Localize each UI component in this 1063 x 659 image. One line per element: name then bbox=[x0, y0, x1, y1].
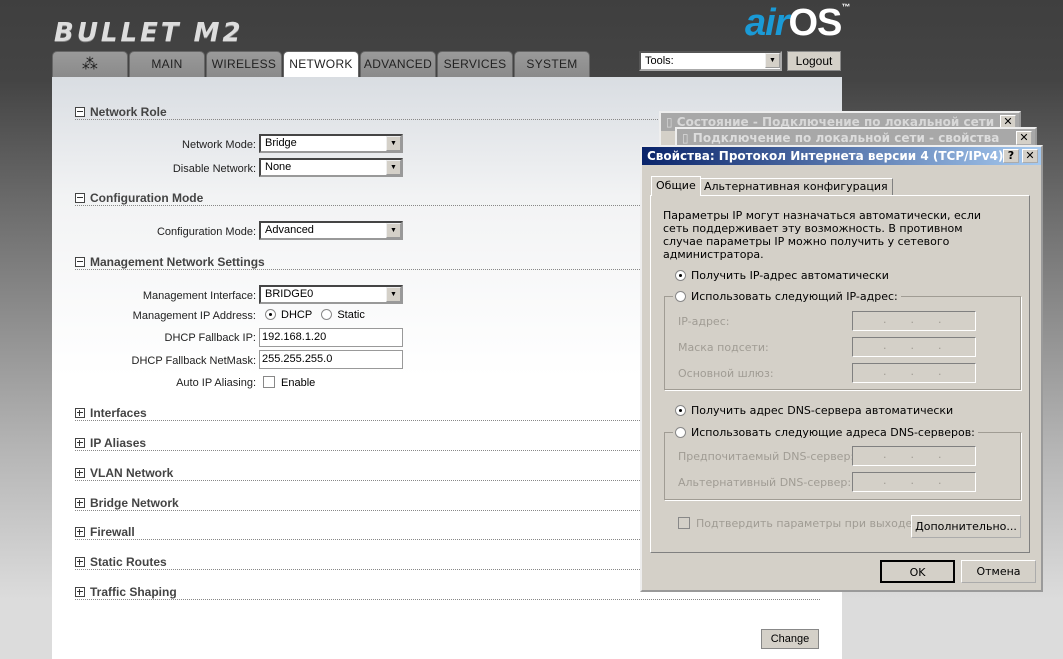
validate-checkbox[interactable] bbox=[678, 517, 690, 529]
tab-alternative[interactable]: Альтернативная конфигурация bbox=[699, 178, 893, 195]
disable-network-select[interactable]: None ▼ bbox=[259, 158, 403, 177]
dialog-description: Параметры IP могут назначаться автоматич… bbox=[663, 209, 982, 261]
dns-manual-option[interactable]: Использовать следующие адреса DNS-сервер… bbox=[673, 426, 978, 439]
fallback-mask-label: DHCP Fallback NetMask: bbox=[131, 355, 257, 367]
ip-address-input[interactable]: ... bbox=[852, 311, 976, 331]
subnet-mask-label: Маска подсети: bbox=[678, 341, 769, 354]
chevron-down-icon: ▼ bbox=[765, 53, 780, 68]
tab-general[interactable]: Общие bbox=[651, 176, 701, 196]
collapse-icon[interactable] bbox=[75, 257, 85, 267]
tab-network[interactable]: NETWORK bbox=[283, 51, 359, 78]
ip-manual-radio[interactable] bbox=[675, 291, 686, 302]
logout-button[interactable]: Logout bbox=[787, 51, 841, 71]
change-button[interactable]: Change bbox=[761, 629, 819, 649]
tab-system[interactable]: SYSTEM bbox=[514, 51, 590, 77]
close-button[interactable]: ✕ bbox=[1022, 149, 1038, 163]
expand-icon[interactable] bbox=[75, 527, 85, 537]
ok-button[interactable]: OK bbox=[880, 560, 955, 583]
management-interface-select[interactable]: BRIDGE0 ▼ bbox=[259, 285, 403, 304]
chevron-down-icon: ▼ bbox=[386, 223, 401, 238]
management-ip-label: Management IP Address: bbox=[132, 310, 256, 322]
alternate-dns-label: Альтернативный DNS-сервер: bbox=[678, 476, 852, 489]
chevron-down-icon: ▼ bbox=[386, 287, 401, 302]
close-icon[interactable]: ✕ bbox=[1016, 131, 1032, 145]
dns-auto-option[interactable]: Получить адрес DNS-сервера автоматически bbox=[675, 404, 953, 417]
expand-icon[interactable] bbox=[75, 468, 85, 478]
expand-icon[interactable] bbox=[75, 408, 85, 418]
collapse-icon[interactable] bbox=[75, 193, 85, 203]
ip-auto-option[interactable]: Получить IP-адрес автоматически bbox=[675, 269, 889, 282]
dhcp-radio[interactable] bbox=[265, 309, 276, 320]
tab-main[interactable]: MAIN bbox=[129, 51, 205, 77]
subnet-mask-input[interactable]: ... bbox=[852, 337, 976, 357]
gateway-input[interactable]: ... bbox=[852, 363, 976, 383]
ip-manual-option[interactable]: Использовать следующий IP-адрес: bbox=[673, 290, 901, 303]
bullet-m2-logo: BULLET M2 bbox=[54, 18, 244, 48]
tools-select-value: Tools: bbox=[645, 55, 674, 67]
management-ip-options: DHCP Static bbox=[265, 309, 365, 321]
airos-logo: airOS™ bbox=[745, 2, 850, 44]
chevron-down-icon: ▼ bbox=[386, 160, 401, 175]
preferred-dns-label: Предпочитаемый DNS-сервер: bbox=[678, 450, 855, 463]
tab-home[interactable]: ⁂ bbox=[52, 51, 128, 77]
ubiquiti-logo-icon: ⁂ bbox=[81, 56, 99, 73]
network-mode-label: Network Mode: bbox=[182, 139, 256, 151]
expand-icon[interactable] bbox=[75, 587, 85, 597]
tab-wireless[interactable]: WIRELESS bbox=[206, 51, 282, 77]
auto-ip-aliasing: Enable bbox=[263, 376, 315, 389]
tab-advanced[interactable]: ADVANCED bbox=[360, 51, 436, 77]
expand-icon[interactable] bbox=[75, 498, 85, 508]
validate-option[interactable]: Подтвердить параметры при выходе bbox=[678, 517, 912, 530]
fallback-ip-label: DHCP Fallback IP: bbox=[164, 332, 257, 344]
static-radio[interactable] bbox=[321, 309, 333, 320]
tab-services[interactable]: SERVICES bbox=[437, 51, 513, 77]
gateway-label: Основной шлюз: bbox=[678, 367, 774, 380]
collapse-icon[interactable] bbox=[75, 107, 85, 117]
fallback-ip-input[interactable]: 192.168.1.20 bbox=[259, 328, 403, 347]
cancel-button[interactable]: Отмена bbox=[961, 560, 1036, 583]
network-mode-select[interactable]: Bridge ▼ bbox=[259, 134, 403, 153]
enable-label: Enable bbox=[281, 377, 316, 389]
advanced-button[interactable]: Дополнительно... bbox=[911, 515, 1021, 538]
auto-ip-aliasing-label: Auto IP Aliasing: bbox=[176, 377, 256, 389]
help-button[interactable]: ? bbox=[1003, 149, 1019, 163]
chevron-down-icon: ▼ bbox=[386, 136, 401, 151]
expand-icon[interactable] bbox=[75, 438, 85, 448]
alternate-dns-input[interactable]: ... bbox=[852, 472, 976, 492]
ip-address-label: IP-адрес: bbox=[678, 315, 730, 328]
configuration-mode-select[interactable]: Advanced ▼ bbox=[259, 221, 403, 240]
expand-icon[interactable] bbox=[75, 557, 85, 567]
management-interface-label: Management Interface: bbox=[142, 290, 256, 302]
tools-select[interactable]: Tools: ▼ bbox=[639, 51, 782, 71]
dns-manual-radio[interactable] bbox=[675, 427, 686, 438]
preferred-dns-input[interactable]: ... bbox=[852, 446, 976, 466]
configuration-mode-label: Configuration Mode: bbox=[156, 226, 256, 238]
static-label: Static bbox=[337, 309, 365, 321]
dns-auto-radio[interactable] bbox=[675, 405, 686, 416]
dhcp-label: DHCP bbox=[281, 309, 313, 321]
ip-auto-radio[interactable] bbox=[675, 270, 686, 281]
fallback-mask-input[interactable]: 255.255.255.0 bbox=[259, 350, 403, 369]
ipv4-properties-dialog: Свойства: Протокол Интернета версии 4 (T… bbox=[640, 145, 1043, 592]
auto-ip-aliasing-checkbox[interactable] bbox=[263, 376, 275, 388]
dialog-title: Свойства: Протокол Интернета версии 4 (T… bbox=[642, 147, 1041, 165]
network-icon: ▯ bbox=[682, 131, 693, 145]
disable-network-label: Disable Network: bbox=[172, 163, 256, 175]
